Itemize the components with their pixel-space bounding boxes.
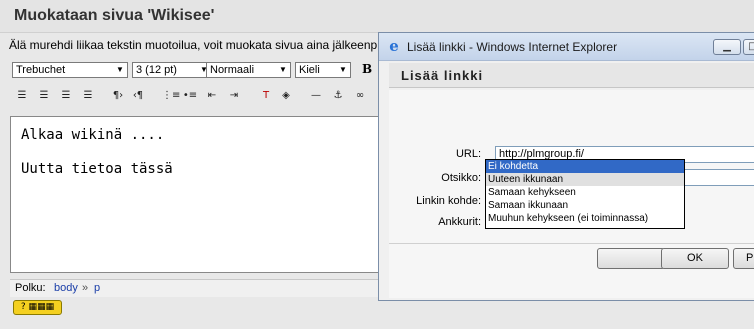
align-left-icon[interactable]: ☰ <box>14 88 30 104</box>
path-crumb-body[interactable]: body <box>54 282 78 294</box>
target-label: Linkin kohde: <box>416 195 481 207</box>
dialog-separator <box>389 243 754 244</box>
url-label: URL: <box>455 148 481 160</box>
dialog-heading: Lisää linkki <box>401 68 484 83</box>
language-select[interactable]: Kieli ▼ <box>295 62 351 78</box>
maximize-button[interactable]: □ <box>743 39 754 55</box>
formatting-row: ☰ ☰ ☰ ☰ ¶› ‹¶ ⋮≡ •≡ ⇤ ⇥ T ◈ — ⚓ ∞ <box>10 88 380 104</box>
page-title: Muokataan sivua 'Wikisee' <box>14 7 215 24</box>
align-center-icon[interactable]: ☰ <box>36 88 52 104</box>
path-separator: » <box>82 282 89 294</box>
path-crumb-p[interactable]: p <box>94 282 100 294</box>
style-value: Normaali <box>210 64 255 76</box>
editor-line-2: Uutta tietoa tässä <box>21 161 173 177</box>
ok-button[interactable]: OK <box>661 248 729 269</box>
target-option-same-frame[interactable]: Samaan kehykseen <box>486 186 684 199</box>
align-justify-icon[interactable]: ☰ <box>80 88 96 104</box>
hidden-button[interactable] <box>597 248 665 269</box>
bg-color-icon[interactable]: ◈ <box>278 88 294 104</box>
minimize-button[interactable]: ▁ <box>713 39 741 55</box>
font-family-select[interactable]: Trebuchet ▼ <box>12 62 128 78</box>
font-family-value: Trebuchet <box>16 64 66 76</box>
dialog-titlebar: e Lisää linkki - Windows Internet Explor… <box>379 33 754 61</box>
bold-button[interactable]: B <box>362 62 372 76</box>
target-option-new-window[interactable]: Uuteen ikkunaan <box>486 173 684 186</box>
chevron-down-icon: ▼ <box>116 65 124 74</box>
target-option-none[interactable]: Ei kohdetta <box>486 160 684 173</box>
chevron-down-icon: ▼ <box>339 65 347 74</box>
anchor-icon[interactable]: ⚓ <box>330 88 346 104</box>
element-path-bar: Polku: body » p <box>10 279 380 297</box>
keyboard-icon[interactable]: ? ▦▦▦ <box>13 300 62 315</box>
align-right-icon[interactable]: ☰ <box>58 88 74 104</box>
link-icon[interactable]: ∞ <box>352 88 368 104</box>
path-label: Polku: <box>15 282 46 294</box>
horizontal-rule-icon[interactable]: — <box>308 88 324 104</box>
anchor-label: Ankkurit: <box>438 216 481 228</box>
target-option-same-window[interactable]: Samaan ikkunaan <box>486 199 684 212</box>
outdent-icon[interactable]: ⇤ <box>204 88 220 104</box>
style-select[interactable]: Normaali ▼ <box>206 62 291 78</box>
title-label: Otsikko: <box>441 172 481 184</box>
dialog-header: Lisää linkki <box>389 63 754 88</box>
font-size-select[interactable]: 3 (12 pt) ▼ <box>132 62 212 78</box>
text-color-icon[interactable]: T <box>258 88 274 104</box>
page-header: Muokataan sivua 'Wikisee' <box>0 0 754 33</box>
ltr-icon[interactable]: ¶› <box>110 88 126 104</box>
unordered-list-icon[interactable]: •≡ <box>182 88 198 104</box>
rtl-icon[interactable]: ‹¶ <box>130 88 146 104</box>
cancel-button[interactable]: P <box>733 248 754 269</box>
indent-icon[interactable]: ⇥ <box>226 88 242 104</box>
dialog-window-title: Lisää linkki - Windows Internet Explorer <box>407 40 618 54</box>
link-target-dropdown[interactable]: Ei kohdetta Uuteen ikkunaan Samaan kehyk… <box>485 159 685 229</box>
ordered-list-icon[interactable]: ⋮≡ <box>162 88 180 104</box>
language-value: Kieli <box>299 64 320 76</box>
editor-toolbar: Trebuchet ▼ 3 (12 pt) ▼ Normaali ▼ Kieli… <box>10 60 380 110</box>
editor-content-area[interactable]: Alkaa wikinä .... Uutta tietoa tässä <box>10 116 380 273</box>
font-size-value: 3 (12 pt) <box>136 64 177 76</box>
editor-line-1: Alkaa wikinä .... <box>21 127 165 143</box>
editing-hint: Älä murehdi liikaa tekstin muotoilua, vo… <box>9 38 378 52</box>
target-option-other-frame[interactable]: Muuhun kehykseen (ei toiminnassa) <box>486 212 684 225</box>
chevron-down-icon: ▼ <box>279 65 287 74</box>
internet-explorer-icon: e <box>389 37 399 55</box>
